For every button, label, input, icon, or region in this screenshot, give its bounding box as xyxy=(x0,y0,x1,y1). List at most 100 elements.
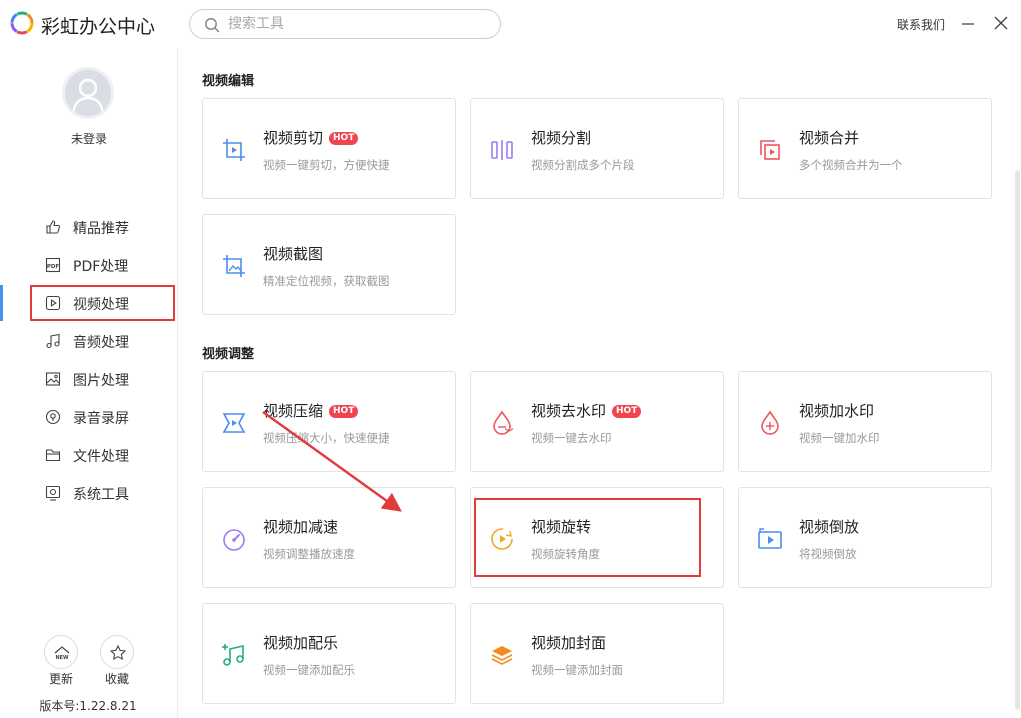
card-remove-watermark[interactable]: 视频去水印 HOT 视频一键去水印 xyxy=(470,371,724,472)
sidebar-item-label: 系统工具 xyxy=(73,487,129,503)
card-desc: 多个视频合并为一个 xyxy=(799,158,903,172)
close-icon[interactable] xyxy=(991,13,1011,33)
pdf-icon: PDF xyxy=(45,257,61,273)
merge-video-icon xyxy=(760,140,780,160)
speed-gauge-icon xyxy=(223,529,245,551)
music-note-icon xyxy=(46,333,60,349)
hot-badge: HOT xyxy=(329,132,359,145)
system-tool-icon xyxy=(45,485,61,501)
card-title: 视频截图 xyxy=(263,245,324,263)
card-desc: 视频分割成多个片段 xyxy=(531,158,635,172)
sidebar-item-system[interactable]: 系统工具 xyxy=(0,475,178,511)
login-status[interactable]: 未登录 xyxy=(0,130,178,147)
card-title: 视频合并 xyxy=(799,129,860,147)
card-title: 视频剪切 HOT xyxy=(263,127,359,148)
image-icon xyxy=(45,372,61,386)
hot-badge: HOT xyxy=(612,405,642,418)
sidebar-item-label: 音频处理 xyxy=(73,335,129,351)
compress-video-icon xyxy=(222,413,246,433)
contact-us-link[interactable]: 联系我们 xyxy=(897,16,945,33)
card-video-rotate[interactable]: 视频旋转 视频旋转角度 xyxy=(470,487,724,588)
card-title: 视频压缩 HOT xyxy=(263,400,359,421)
card-video-split[interactable]: 视频分割 视频分割成多个片段 xyxy=(470,98,724,199)
sidebar-item-recommended[interactable]: 精品推荐 xyxy=(0,209,178,245)
app-title: 彩虹办公中心 xyxy=(41,16,156,38)
card-video-merge[interactable]: 视频合并 多个视频合并为一个 xyxy=(738,98,992,199)
active-indicator xyxy=(0,285,3,321)
sidebar-item-video[interactable]: 视频处理 xyxy=(0,285,178,321)
card-title: 视频加配乐 xyxy=(263,634,339,652)
card-desc: 精准定位视频，获取截图 xyxy=(263,274,390,288)
minimize-icon[interactable] xyxy=(958,13,978,33)
sidebar-item-image[interactable]: 图片处理 xyxy=(0,361,178,397)
section-title-video-edit: 视频编辑 xyxy=(202,74,255,89)
search-input[interactable] xyxy=(228,14,478,34)
sidebar-item-label: PDF处理 xyxy=(73,259,129,275)
record-icon xyxy=(45,409,61,425)
split-video-icon xyxy=(491,140,513,160)
search-box[interactable] xyxy=(189,9,501,39)
card-title: 视频倒放 xyxy=(799,518,860,536)
card-add-music[interactable]: 视频加配乐 视频一键添加配乐 xyxy=(202,603,456,704)
sidebar-item-label: 录音录屏 xyxy=(73,411,129,427)
card-video-screenshot[interactable]: 视频截图 精准定位视频，获取截图 xyxy=(202,214,456,315)
add-cover-icon xyxy=(491,646,513,665)
svg-text:NEW: NEW xyxy=(55,655,69,661)
card-title: 视频旋转 xyxy=(531,518,592,536)
sidebar-item-label: 图片处理 xyxy=(73,373,129,389)
sidebar-item-label: 精品推荐 xyxy=(73,221,129,237)
favorite-button[interactable] xyxy=(100,635,134,669)
card-desc: 视频一键添加封面 xyxy=(531,663,623,677)
card-add-watermark[interactable]: 视频加水印 视频一键加水印 xyxy=(738,371,992,472)
card-title: 视频去水印 HOT xyxy=(531,400,642,421)
scrollbar[interactable] xyxy=(1015,170,1020,710)
card-desc: 视频压缩大小，快速便捷 xyxy=(263,431,390,445)
card-video-compress[interactable]: 视频压缩 HOT 视频压缩大小，快速便捷 xyxy=(202,371,456,472)
card-video-speed[interactable]: 视频加减速 视频调整播放速度 xyxy=(202,487,456,588)
version-text: 版本号:1.22.8.21 xyxy=(39,699,137,713)
card-title-text: 视频压缩 xyxy=(263,402,324,420)
svg-text:PDF: PDF xyxy=(47,264,60,270)
favorite-label: 收藏 xyxy=(104,672,129,686)
folder-icon xyxy=(45,449,61,462)
card-desc: 视频一键剪切，方便快捷 xyxy=(263,158,390,172)
update-label: 更新 xyxy=(48,672,73,686)
sidebar-item-record[interactable]: 录音录屏 xyxy=(0,399,178,435)
app-window: 彩虹办公中心 联系我们 未登录 xyxy=(0,0,1021,718)
card-add-cover[interactable]: 视频加封面 视频一键添加封面 xyxy=(470,603,724,704)
sidebar-item-label: 文件处理 xyxy=(73,449,129,465)
update-button[interactable]: NEW xyxy=(44,635,78,669)
card-title: 视频分割 xyxy=(531,129,592,147)
card-title: 视频加封面 xyxy=(531,634,607,652)
sidebar-item-file[interactable]: 文件处理 xyxy=(0,437,178,473)
remove-watermark-icon xyxy=(493,410,514,435)
crop-video-icon xyxy=(223,139,245,161)
rotate-video-icon xyxy=(491,528,513,550)
sidebar-item-label: 视频处理 xyxy=(73,297,129,313)
card-desc: 视频调整播放速度 xyxy=(263,547,355,561)
card-title: 视频加减速 xyxy=(263,518,339,536)
card-video-reverse[interactable]: 视频倒放 将视频倒放 xyxy=(738,487,992,588)
star-icon xyxy=(109,644,127,661)
card-desc: 视频一键加水印 xyxy=(799,431,880,445)
card-desc: 视频旋转角度 xyxy=(531,547,600,561)
reverse-video-icon xyxy=(758,528,782,549)
thumb-up-icon xyxy=(46,220,60,234)
card-title-text: 视频剪切 xyxy=(263,129,324,147)
hot-badge: HOT xyxy=(329,405,359,418)
card-title: 视频加水印 xyxy=(799,402,875,420)
sidebar: 未登录 精品推荐 PDF PDF处理 视频处理 音频处理 图片处理 录音录屏 文… xyxy=(0,48,178,718)
screenshot-video-icon xyxy=(223,255,245,277)
sidebar-item-pdf[interactable]: PDF PDF处理 xyxy=(0,247,178,283)
main-content: 视频编辑 视频剪切 HOT 视频一键剪切，方便快捷 视频分割 视频分割成多个片段 xyxy=(178,48,1021,718)
card-desc: 视频一键添加配乐 xyxy=(263,663,355,677)
card-desc: 视频一键去水印 xyxy=(531,431,612,445)
add-watermark-icon xyxy=(761,410,779,435)
card-desc: 将视频倒放 xyxy=(799,547,857,561)
section-title-video-adjust: 视频调整 xyxy=(202,347,255,362)
card-video-cut[interactable]: 视频剪切 HOT 视频一键剪切，方便快捷 xyxy=(202,98,456,199)
user-avatar-icon xyxy=(71,78,105,115)
add-music-icon xyxy=(222,644,244,666)
sidebar-item-audio[interactable]: 音频处理 xyxy=(0,323,178,359)
avatar[interactable] xyxy=(62,67,114,119)
